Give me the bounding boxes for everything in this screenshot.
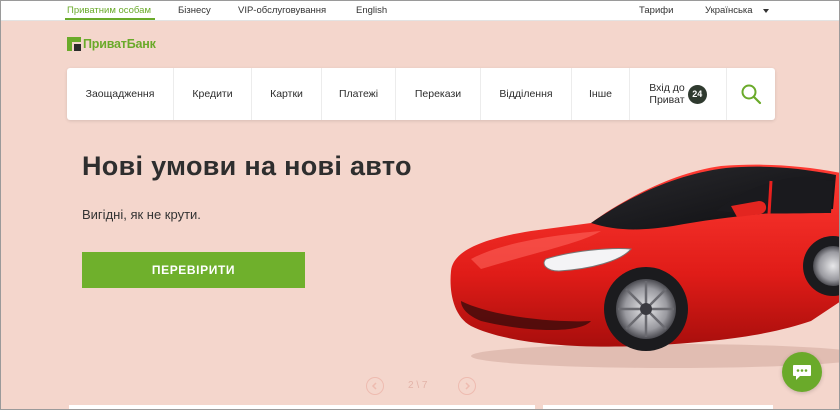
nav-item-cards[interactable]: Картки bbox=[252, 68, 322, 120]
chevron-down-icon bbox=[763, 9, 769, 13]
search-button[interactable] bbox=[727, 68, 775, 120]
hero-subtitle: Вигідні, як не крути. bbox=[82, 207, 201, 222]
nav-item-savings[interactable]: Заощадження bbox=[67, 68, 174, 120]
top-bar: Приватним особам Бізнесу VIP-обслуговува… bbox=[1, 1, 839, 21]
login-label-line2: Приват bbox=[649, 94, 685, 106]
page: Приватним особам Бізнесу VIP-обслуговува… bbox=[0, 0, 840, 410]
active-tab-indicator bbox=[65, 18, 155, 20]
nav-login-privat24[interactable]: Вхід до Приват 24 bbox=[630, 68, 727, 120]
logo-mark-icon bbox=[67, 37, 81, 51]
logo[interactable]: ПриватБанк bbox=[67, 36, 156, 52]
topbar-link-business[interactable]: Бізнесу bbox=[178, 5, 211, 16]
check-button[interactable]: ПЕРЕВІРИТИ bbox=[82, 252, 305, 288]
topbar-link-vip[interactable]: VIP-обслуговування bbox=[238, 5, 326, 16]
promo-card[interactable] bbox=[69, 405, 535, 409]
carousel-pager: 2 \ 7 bbox=[408, 380, 428, 391]
nav-item-branches[interactable]: Відділення bbox=[481, 68, 572, 120]
topbar-link-english[interactable]: English bbox=[356, 5, 387, 16]
search-icon bbox=[741, 84, 762, 105]
nav-item-transfers[interactable]: Перекази bbox=[396, 68, 481, 120]
logo-text: ПриватБанк bbox=[83, 37, 156, 51]
carousel-prev-button[interactable] bbox=[366, 377, 384, 395]
topbar-link-tariffs[interactable]: Тарифи bbox=[639, 5, 673, 16]
promo-card[interactable] bbox=[543, 405, 773, 409]
carousel-next-button[interactable] bbox=[458, 377, 476, 395]
language-select[interactable]: Українська bbox=[705, 5, 753, 16]
chevron-left-icon bbox=[371, 382, 377, 390]
car-image bbox=[450, 164, 839, 368]
nav-item-payments[interactable]: Платежі bbox=[322, 68, 396, 120]
nav-item-credits[interactable]: Кредити bbox=[174, 68, 252, 120]
hero-title: Нові умови на нові авто bbox=[82, 151, 412, 181]
login-label: Вхід до Приват bbox=[649, 82, 684, 106]
chat-bubble-icon bbox=[793, 365, 811, 380]
main-nav: Заощадження Кредити Картки Платежі Перек… bbox=[67, 68, 775, 120]
privat24-badge: 24 bbox=[687, 84, 707, 104]
topbar-link-private[interactable]: Приватним особам bbox=[67, 5, 151, 16]
nav-item-other[interactable]: Інше bbox=[572, 68, 630, 120]
chat-button[interactable] bbox=[782, 352, 822, 392]
chevron-right-icon bbox=[465, 382, 471, 390]
login-label-line1: Вхід до bbox=[649, 82, 685, 94]
